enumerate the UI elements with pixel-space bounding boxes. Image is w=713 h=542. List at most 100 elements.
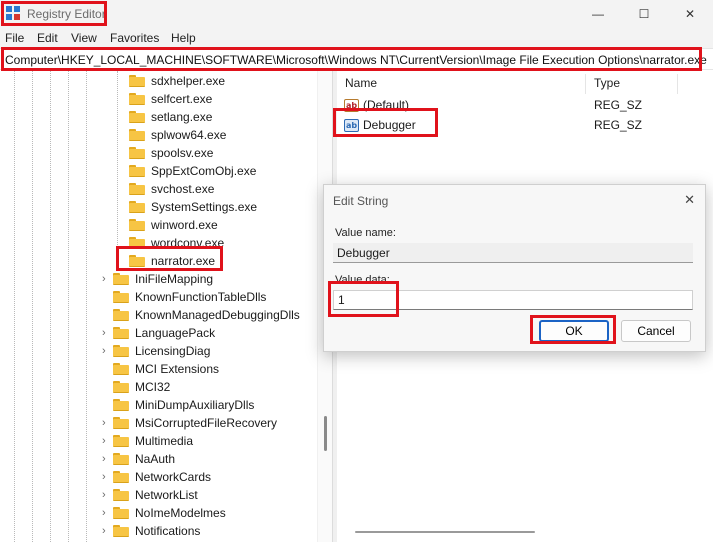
string-value-icon: ab (344, 98, 359, 112)
chevron-right-icon[interactable]: › (102, 414, 112, 432)
tree-item-label: IniFileMapping (135, 272, 214, 286)
ok-button[interactable]: OK (539, 320, 609, 342)
tree-item-label: spoolsv.exe (151, 146, 214, 160)
folder-icon (129, 183, 145, 195)
chevron-right-icon[interactable]: › (102, 522, 112, 540)
tree-item-label: LanguagePack (135, 326, 216, 340)
chevron-right-icon[interactable]: › (102, 342, 112, 360)
address-bar[interactable]: Computer\HKEY_LOCAL_MACHINE\SOFTWARE\Mic… (0, 48, 713, 70)
cancel-button[interactable]: Cancel (621, 320, 691, 342)
maximize-button[interactable]: ☐ (621, 0, 667, 28)
folder-icon (113, 309, 129, 321)
menu-view[interactable]: View (71, 31, 97, 45)
folder-icon (129, 201, 145, 213)
tree-item-label: splwow64.exe (151, 128, 227, 142)
tree-item-label: KnownManagedDebuggingDlls (135, 308, 300, 322)
menu-file[interactable]: File (5, 31, 24, 45)
folder-icon (129, 255, 145, 267)
chevron-right-icon[interactable]: › (102, 450, 112, 468)
tree-item-svchost[interactable]: svchost.exe (129, 180, 214, 198)
minimize-icon: — (592, 7, 604, 21)
folder-icon (129, 237, 145, 249)
tree-item-label: NetworkCards (135, 470, 212, 484)
column-header-name[interactable]: Name (345, 76, 377, 90)
value-data-label: Value data: (335, 274, 390, 286)
menu-edit[interactable]: Edit (37, 31, 58, 45)
value-type: REG_SZ (594, 118, 643, 132)
tree-item-inifilemapping[interactable]: IniFileMapping (113, 270, 213, 288)
tree-item-label: MCI32 (135, 380, 171, 394)
chevron-right-icon[interactable]: › (102, 270, 112, 288)
tree-item-splwow64[interactable]: splwow64.exe (129, 126, 226, 144)
maximize-icon: ☐ (638, 7, 650, 21)
tree-item-naauth[interactable]: NaAuth (113, 450, 175, 468)
tree-item-label: MiniDumpAuxiliaryDlls (135, 398, 255, 412)
tree-item-label: wordconv.exe (151, 236, 225, 250)
folder-icon (129, 75, 145, 87)
menu-help[interactable]: Help (171, 31, 196, 45)
tree-item-languagepack[interactable]: LanguagePack (113, 324, 215, 342)
tree-item-minidumpauxiliarydlls[interactable]: MiniDumpAuxiliaryDlls (113, 396, 254, 414)
tree-item-networkcards[interactable]: NetworkCards (113, 468, 211, 486)
folder-icon (113, 471, 129, 483)
minimize-button[interactable]: — (575, 0, 621, 28)
folder-icon (129, 147, 145, 159)
tree-item-licensingdiag[interactable]: LicensingDiag (113, 342, 210, 360)
tree-item-notifications[interactable]: Notifications (113, 522, 200, 540)
chevron-right-icon[interactable]: › (102, 504, 112, 522)
value-row-default[interactable]: ab (Default) (344, 96, 409, 114)
tree-item-knownfunctiontabledlls[interactable]: KnownFunctionTableDlls (113, 288, 266, 306)
folder-icon (113, 435, 129, 447)
tree-item-label: narrator.exe (151, 254, 216, 268)
close-button[interactable]: ✕ (667, 0, 713, 28)
tree-item-label: SppExtComObj.exe (151, 164, 257, 178)
chevron-right-icon[interactable]: › (102, 324, 112, 342)
tree-item-narrator[interactable]: narrator.exe (129, 252, 215, 270)
tree-item-label: sdxhelper.exe (151, 74, 226, 88)
dialog-close-icon[interactable]: ✕ (684, 192, 695, 208)
tree-item-spoolsv[interactable]: spoolsv.exe (129, 144, 213, 162)
tree-item-mci32[interactable]: MCI32 (113, 378, 170, 396)
tree-item-msicorruptedfilerecovery[interactable]: MsiCorruptedFileRecovery (113, 414, 277, 432)
value-name: (Default) (363, 98, 410, 112)
chevron-right-icon[interactable]: › (102, 486, 112, 504)
tree-item-setlang[interactable]: setlang.exe (129, 108, 212, 126)
window-title: Registry Editor (27, 7, 106, 21)
close-icon: ✕ (684, 7, 696, 21)
tree-item-winword[interactable]: winword.exe (129, 216, 218, 234)
value-type: REG_SZ (594, 98, 643, 112)
dialog-title: Edit String (333, 194, 389, 208)
tree-item-networklist[interactable]: NetworkList (113, 486, 198, 504)
tree-item-selfcert[interactable]: selfcert.exe (129, 90, 212, 108)
value-row-debugger[interactable]: ab Debugger (344, 116, 416, 134)
folder-icon (113, 507, 129, 519)
folder-icon (129, 93, 145, 105)
chevron-right-icon[interactable]: › (102, 432, 112, 450)
column-divider[interactable] (677, 74, 678, 94)
values-hscrollbar-thumb[interactable] (355, 531, 535, 533)
tree-item-label: NoImeModelmes (135, 506, 226, 520)
folder-icon (129, 165, 145, 177)
tree-item-wordconv[interactable]: wordconv.exe (129, 234, 224, 252)
value-name-label: Value name: (335, 227, 396, 239)
tree-item-label: MCI Extensions (135, 362, 220, 376)
tree-scrollbar-thumb[interactable] (324, 416, 327, 451)
tree-item-sdxhelper[interactable]: sdxhelper.exe (129, 72, 225, 90)
menu-bar: File Edit View Favorites Help (0, 28, 713, 48)
tree-item-systemsettings[interactable]: SystemSettings.exe (129, 198, 257, 216)
tree-item-knownmanageddebuggingdlls[interactable]: KnownManagedDebuggingDlls (113, 306, 300, 324)
folder-icon (113, 453, 129, 465)
tree-item-mci-extensions[interactable]: MCI Extensions (113, 360, 219, 378)
address-path[interactable]: Computer\HKEY_LOCAL_MACHINE\SOFTWARE\Mic… (5, 53, 707, 67)
tree-item-label: MsiCorruptedFileRecovery (135, 416, 278, 430)
menu-favorites[interactable]: Favorites (110, 31, 159, 45)
column-divider[interactable] (585, 74, 586, 94)
key-tree[interactable]: sdxhelper.exe selfcert.exe setlang.exe s… (0, 71, 332, 542)
tree-item-sppextcomobj[interactable]: SppExtComObj.exe (129, 162, 256, 180)
column-header-type[interactable]: Type (594, 76, 620, 90)
tree-guide (32, 71, 33, 542)
tree-item-noimemodelmes[interactable]: NoImeModelmes (113, 504, 226, 522)
chevron-right-icon[interactable]: › (102, 468, 112, 486)
tree-item-multimedia[interactable]: Multimedia (113, 432, 193, 450)
value-data-input[interactable]: 1 (333, 290, 693, 310)
